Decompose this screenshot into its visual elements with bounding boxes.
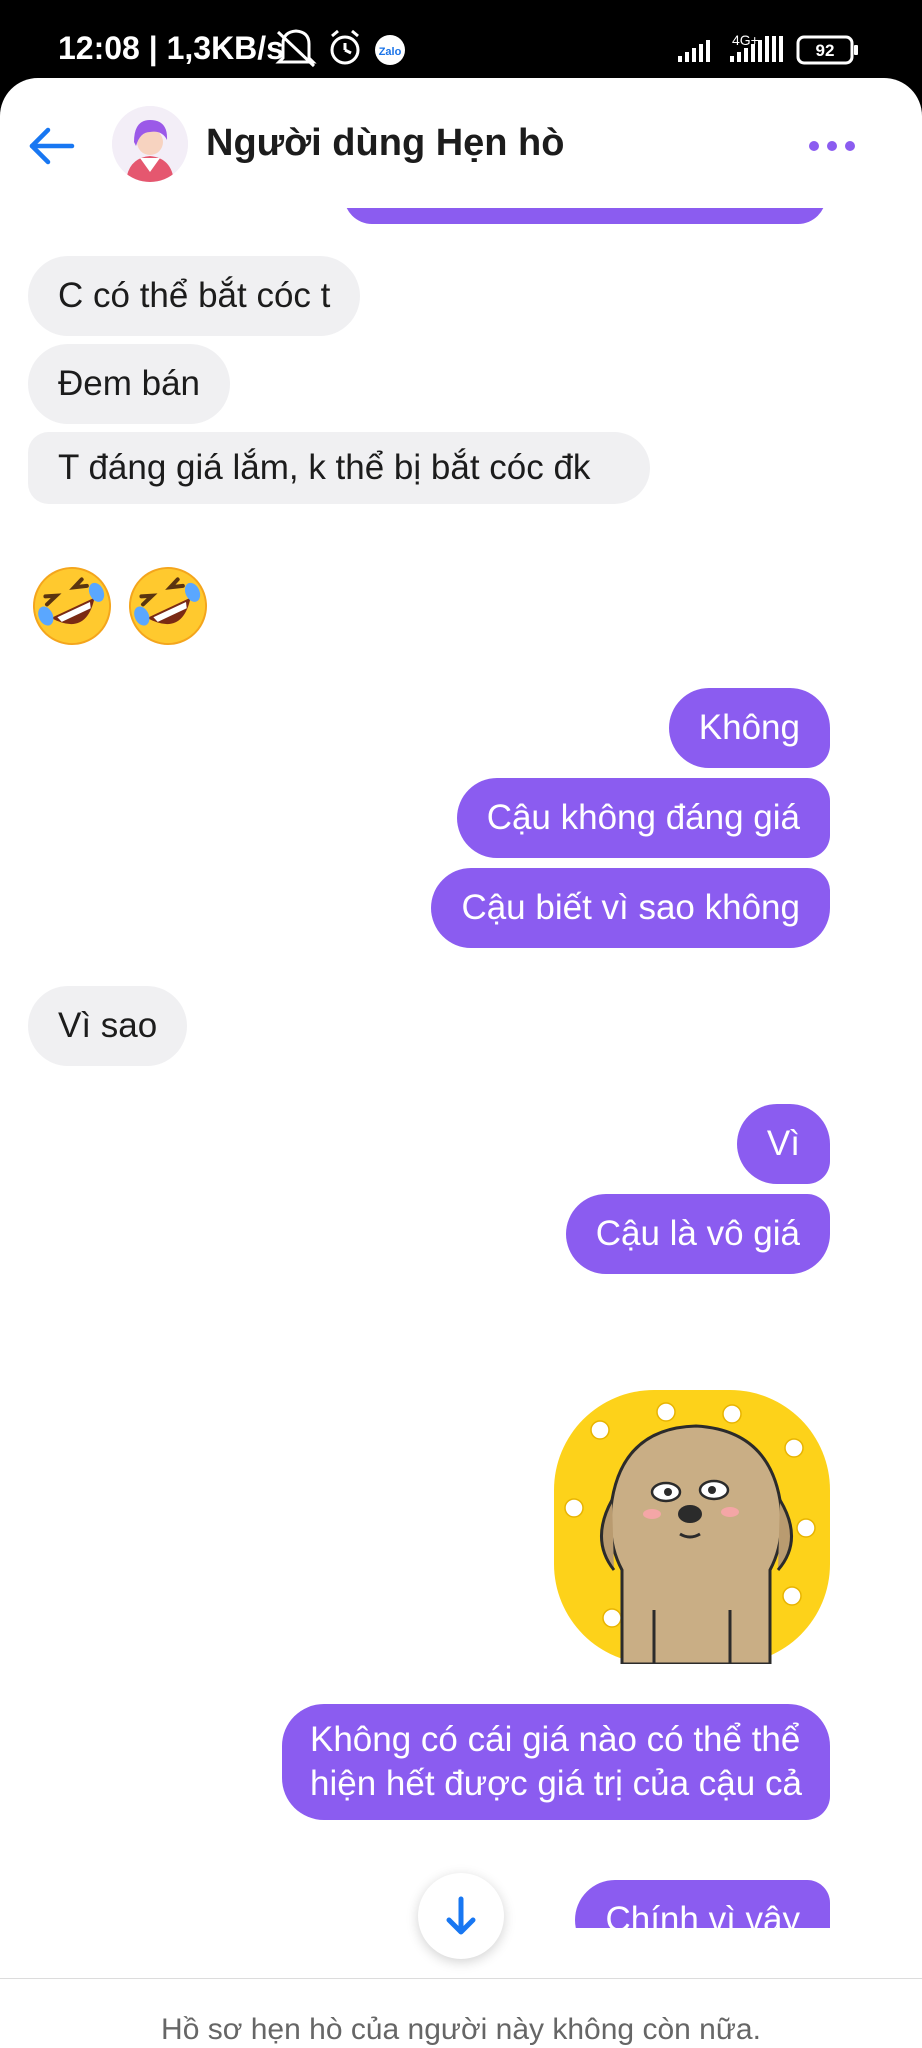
rolling-laughing-emoji-icon — [33, 567, 111, 645]
message-thread[interactable]: C có thể bắt cóc t Đem bán T đáng giá lắ… — [0, 208, 922, 1928]
dog-sticker[interactable] — [554, 1390, 830, 1664]
zalo-label: Zalo — [379, 46, 402, 58]
message-bubble-outgoing[interactable]: Không có cái giá nào có thể thể hiện hết… — [282, 1704, 830, 1820]
chat-header: Người dùng Hẹn hò — [0, 78, 922, 208]
battery-icon: 92 — [796, 35, 858, 65]
chat-screen: Người dùng Hẹn hò C có thể bắt cóc t Đem… — [0, 78, 922, 2048]
message-bubble-incoming[interactable]: C có thể bắt cóc t — [28, 256, 361, 336]
more-options-icon[interactable] — [808, 140, 856, 152]
dating-user-avatar-icon — [112, 106, 188, 182]
message-bubble-outgoing[interactable]: Cậu là vô giá — [565, 1194, 830, 1274]
battery-level: 92 — [816, 41, 835, 60]
avatar[interactable] — [112, 106, 188, 182]
message-bubble-outgoing[interactable]: Chính vì vậy — [575, 1880, 830, 1928]
signal-icon — [678, 40, 710, 62]
composer-disabled-notice: Hồ sơ hẹn hò của người này không còn nữa… — [0, 1978, 922, 2048]
chat-title[interactable]: Người dùng Hẹn hò — [206, 122, 564, 165]
message-bubble-incoming[interactable]: Vì sao — [28, 986, 188, 1066]
message-bubble-outgoing[interactable]: Cậu không đáng giá — [456, 778, 830, 858]
scroll-to-bottom-button[interactable] — [418, 1873, 504, 1959]
message-bubble-incoming[interactable]: Đem bán — [28, 344, 231, 424]
back-arrow-icon[interactable] — [28, 122, 76, 170]
alarm-icon — [330, 29, 360, 65]
message-bubble-outgoing[interactable]: Vì — [736, 1104, 830, 1184]
message-bubble-incoming[interactable]: T đáng giá lắm, k thể bị bắt cóc đk — [28, 432, 650, 504]
message-bubble-partial — [344, 208, 826, 224]
rolling-laughing-emoji-icon — [129, 567, 207, 645]
muted-bell-icon — [275, 29, 317, 68]
message-bubble-outgoing[interactable]: Không — [668, 688, 830, 768]
profile-unavailable-text: Hồ sơ hẹn hò của người này không còn nữa… — [161, 2013, 761, 2046]
arrow-down-icon — [446, 1896, 476, 1935]
message-bubble-outgoing[interactable]: Cậu biết vì sao không — [431, 868, 830, 948]
